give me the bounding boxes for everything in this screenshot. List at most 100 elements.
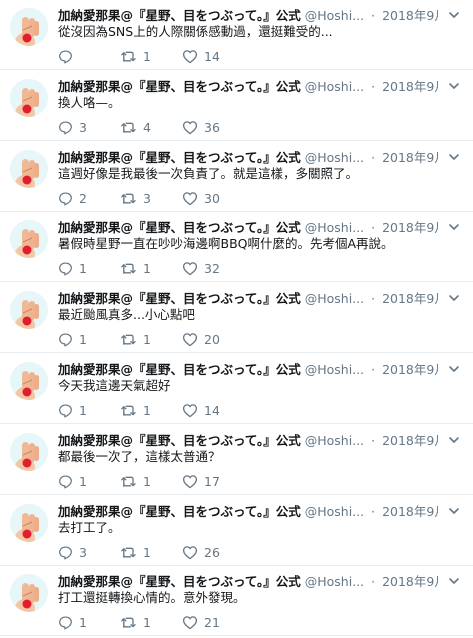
avatar[interactable]: [10, 362, 48, 400]
like-button[interactable]: 21: [182, 613, 220, 631]
like-button[interactable]: 14: [182, 47, 220, 65]
tweet-actions: 1 1 14: [58, 401, 318, 419]
author-handle[interactable]: @Hoshi...: [305, 220, 364, 235]
like-button[interactable]: 26: [182, 543, 220, 561]
tweet[interactable]: 加納愛那果@『星野、目をつぶって。』公式 @Hoshi... · 2018年9月…: [0, 212, 473, 282]
tweet-date[interactable]: 2018年9月2日: [382, 150, 438, 165]
avatar[interactable]: [10, 79, 48, 117]
author-handle[interactable]: @Hoshi...: [305, 574, 364, 589]
retweet-button[interactable]: 1: [120, 613, 151, 631]
reply-button[interactable]: 3: [58, 118, 87, 136]
reply-button[interactable]: 3: [58, 543, 87, 561]
chevron-down-icon[interactable]: [447, 290, 461, 304]
reply-button[interactable]: [58, 47, 79, 65]
heart-icon: [182, 615, 198, 630]
tweet-date[interactable]: 2018年9月4日: [382, 362, 438, 377]
separator-dot: ·: [371, 8, 376, 23]
reply-count: 1: [79, 473, 87, 489]
tweet[interactable]: 加納愛那果@『星野、目をつぶって。』公式 @Hoshi... · 2018年9月…: [0, 0, 473, 70]
avatar[interactable]: [10, 504, 48, 542]
chevron-down-icon[interactable]: [447, 432, 461, 446]
tweet[interactable]: 加納愛那果@『星野、目をつぶって。』公式 @Hoshi... · 2018年9月…: [0, 283, 473, 353]
reply-button[interactable]: 1: [58, 330, 87, 348]
retweet-icon: [120, 332, 137, 347]
author-name[interactable]: 加納愛那果@『星野、目をつぶって。』公式: [58, 574, 301, 589]
tweet-date[interactable]: 2018年9月5日: [382, 574, 438, 589]
author-name[interactable]: 加納愛那果@『星野、目をつぶって。』公式: [58, 504, 301, 519]
author-handle[interactable]: @Hoshi...: [305, 504, 364, 519]
reply-count: 3: [79, 544, 87, 560]
author-handle[interactable]: @Hoshi...: [305, 79, 364, 94]
tweet-text: 最近颱風真多...小心點吧: [58, 307, 195, 322]
author-name[interactable]: 加納愛那果@『星野、目をつぶって。』公式: [58, 79, 301, 94]
retweet-button[interactable]: 1: [120, 543, 151, 561]
tweet-date[interactable]: 2018年9月2日: [382, 8, 438, 23]
author-name[interactable]: 加納愛那果@『星野、目をつぶって。』公式: [58, 150, 301, 165]
author-name[interactable]: 加納愛那果@『星野、目をつぶって。』公式: [58, 362, 301, 377]
author-handle[interactable]: @Hoshi...: [305, 8, 364, 23]
reply-button[interactable]: 1: [58, 259, 87, 277]
avatar[interactable]: [10, 433, 48, 471]
tweet[interactable]: 加納愛那果@『星野、目をつぶって。』公式 @Hoshi... · 2018年9月…: [0, 496, 473, 566]
author-name[interactable]: 加納愛那果@『星野、目をつぶって。』公式: [58, 8, 301, 23]
avatar[interactable]: [10, 220, 48, 258]
chevron-down-icon[interactable]: [447, 78, 461, 92]
reply-icon: [58, 403, 73, 418]
author-handle[interactable]: @Hoshi...: [305, 362, 364, 377]
author-name[interactable]: 加納愛那果@『星野、目をつぶって。』公式: [58, 433, 301, 448]
chevron-down-icon[interactable]: [447, 573, 461, 587]
retweet-icon: [120, 474, 137, 489]
reply-button[interactable]: 1: [58, 472, 87, 490]
chevron-down-icon[interactable]: [447, 503, 461, 517]
avatar[interactable]: [10, 574, 48, 612]
like-button[interactable]: 14: [182, 401, 220, 419]
like-button[interactable]: 32: [182, 259, 220, 277]
retweet-count: 1: [143, 260, 151, 276]
retweet-button[interactable]: 1: [120, 330, 151, 348]
retweet-button[interactable]: 1: [120, 472, 151, 490]
tweet[interactable]: 加納愛那果@『星野、目をつぶって。』公式 @Hoshi... · 2018年9月…: [0, 566, 473, 636]
avatar[interactable]: [10, 8, 48, 46]
like-button[interactable]: 17: [182, 472, 220, 490]
like-button[interactable]: 30: [182, 189, 220, 207]
author-name[interactable]: 加納愛那果@『星野、目をつぶって。』公式: [58, 220, 301, 235]
chevron-down-icon[interactable]: [447, 219, 461, 233]
reply-icon: [58, 474, 73, 489]
reply-icon: [58, 615, 73, 630]
chevron-down-icon[interactable]: [447, 361, 461, 375]
retweet-button[interactable]: 1: [120, 47, 151, 65]
author-handle[interactable]: @Hoshi...: [305, 291, 364, 306]
tweet-feed: 加納愛那果@『星野、目をつぶって。』公式 @Hoshi... · 2018年9月…: [0, 0, 473, 638]
tweet[interactable]: 加納愛那果@『星野、目をつぶって。』公式 @Hoshi... · 2018年9月…: [0, 354, 473, 424]
tweet-date[interactable]: 2018年9月2日: [382, 79, 438, 94]
tweet-date[interactable]: 2018年9月4日: [382, 433, 438, 448]
like-count: 26: [204, 544, 220, 560]
retweet-button[interactable]: 1: [120, 259, 151, 277]
avatar[interactable]: [10, 291, 48, 329]
reply-icon: [58, 49, 73, 64]
retweet-button[interactable]: 1: [120, 401, 151, 419]
reply-button[interactable]: 2: [58, 189, 87, 207]
tweet-date[interactable]: 2018年9月4日: [382, 291, 438, 306]
reply-button[interactable]: 1: [58, 401, 87, 419]
author-name[interactable]: 加納愛那果@『星野、目をつぶって。』公式: [58, 291, 301, 306]
tweet[interactable]: 加納愛那果@『星野、目をつぶって。』公式 @Hoshi... · 2018年9月…: [0, 425, 473, 495]
author-handle[interactable]: @Hoshi...: [305, 433, 364, 448]
tweet-date[interactable]: 2018年9月5日: [382, 504, 438, 519]
tweet[interactable]: 加納愛那果@『星野、目をつぶって。』公式 @Hoshi... · 2018年9月…: [0, 142, 473, 212]
reply-button[interactable]: 1: [58, 613, 87, 631]
tweet-text: 從沒因為SNS上的人際關係感動過，還挺難受的...: [58, 24, 333, 39]
like-button[interactable]: 36: [182, 118, 220, 136]
tweet-actions: 1 1 17: [58, 472, 318, 490]
like-button[interactable]: 20: [182, 330, 220, 348]
reply-count: 1: [79, 402, 87, 418]
retweet-button[interactable]: 4: [120, 118, 151, 136]
author-handle[interactable]: @Hoshi...: [305, 150, 364, 165]
retweet-button[interactable]: 3: [120, 189, 151, 207]
tweet-date[interactable]: 2018年9月3日: [382, 220, 438, 235]
avatar[interactable]: [10, 150, 48, 188]
chevron-down-icon[interactable]: [447, 149, 461, 163]
tweet[interactable]: 加納愛那果@『星野、目をつぶって。』公式 @Hoshi... · 2018年9月…: [0, 71, 473, 141]
like-count: 17: [204, 473, 220, 489]
chevron-down-icon[interactable]: [447, 7, 461, 21]
